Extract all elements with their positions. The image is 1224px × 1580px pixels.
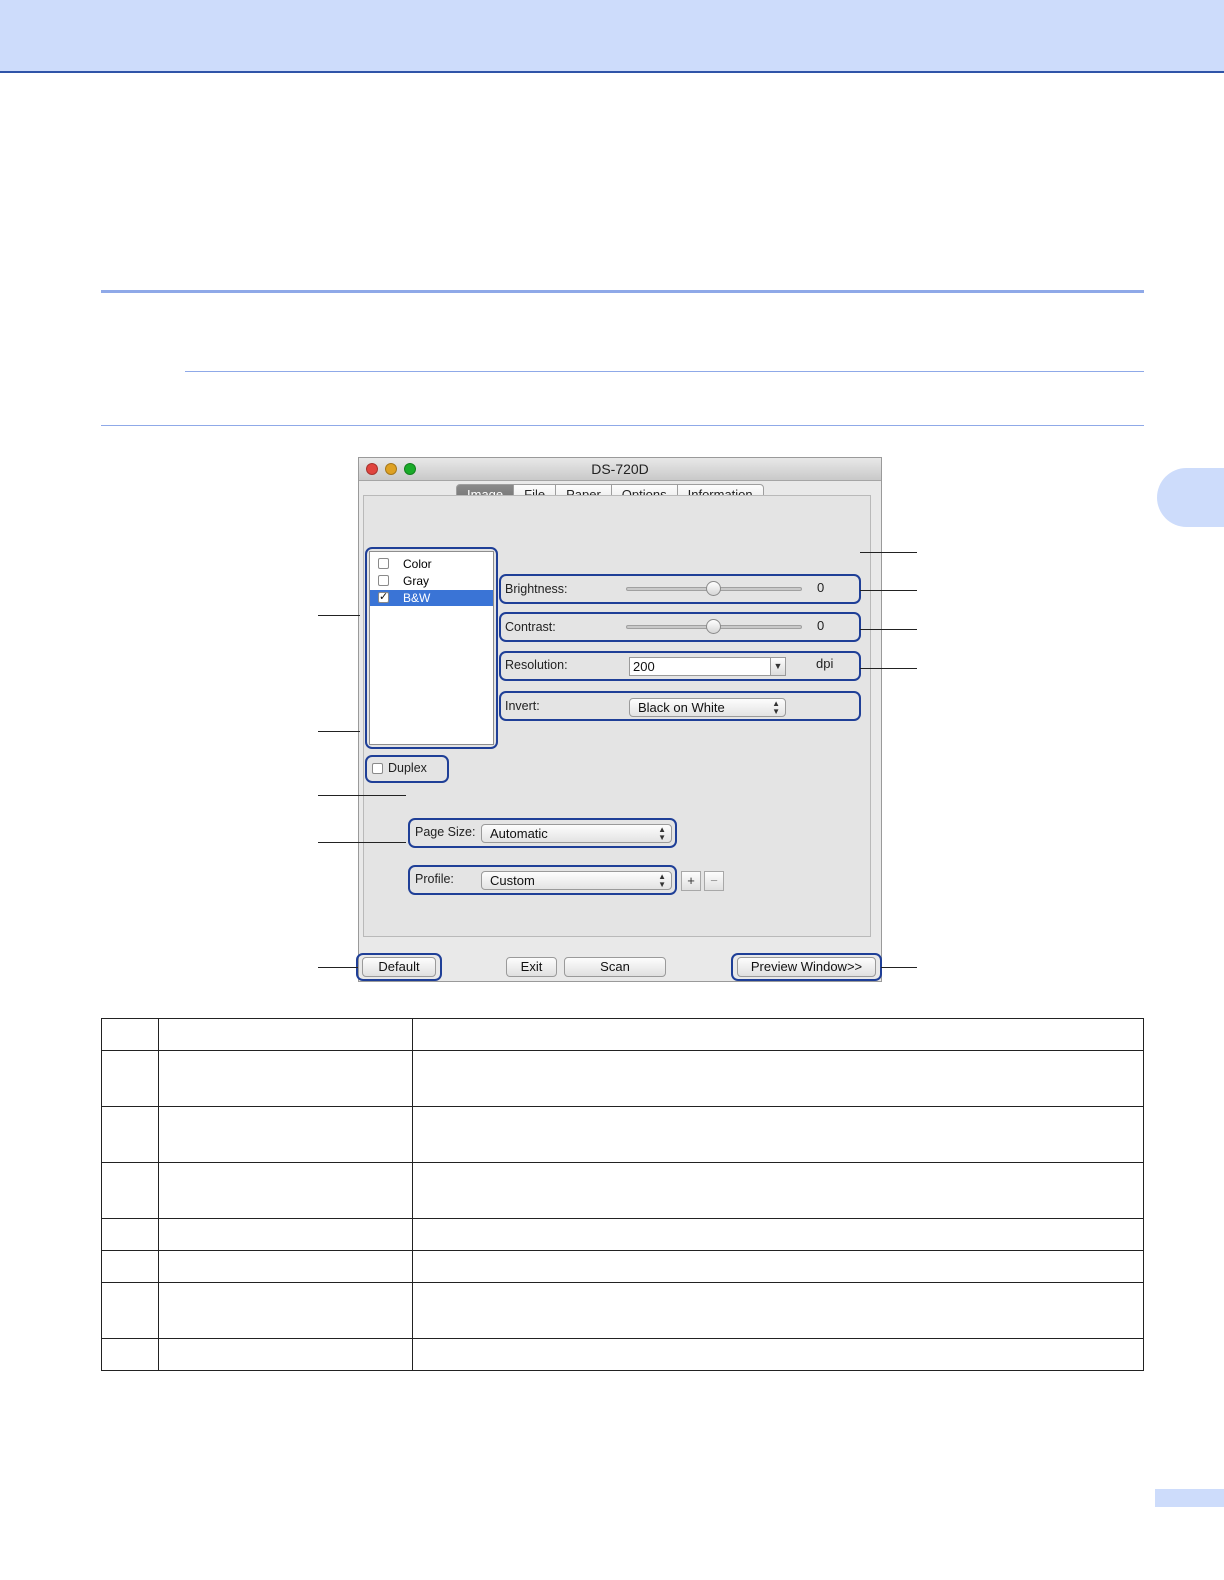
table-cell — [158, 1282, 413, 1339]
table-row — [101, 1282, 1144, 1339]
table-row — [101, 1338, 1144, 1371]
updown-arrows-icon: ▲ ▼ — [658, 825, 666, 842]
table-cell — [412, 1162, 1144, 1219]
tab-pane: Color Gray ✓ B&W Brightness: 0 Contrast:… — [363, 495, 871, 937]
contrast-slider-knob[interactable] — [706, 619, 721, 634]
table-cell — [101, 1250, 159, 1283]
window-title: DS-720D — [591, 461, 649, 477]
table-cell — [158, 1106, 413, 1163]
checkmark-icon[interactable]: ✓ — [378, 592, 389, 603]
invert-value: Black on White — [638, 700, 725, 715]
table-cell — [101, 1338, 159, 1371]
page-number-box — [1155, 1489, 1224, 1507]
invert-select[interactable]: Black on White ▲ ▼ — [629, 698, 786, 717]
callout-line — [318, 842, 406, 843]
image-type-color[interactable]: Color — [370, 556, 493, 572]
callout-line — [318, 731, 360, 732]
checkbox-icon[interactable] — [378, 575, 389, 586]
table-cell — [158, 1162, 413, 1219]
resolution-label: Resolution: — [505, 658, 568, 672]
scanner-dialog: DS-720D Image File Paper Options Informa… — [356, 457, 882, 982]
remove-profile-button[interactable]: − — [704, 871, 724, 891]
description-table — [101, 1018, 1144, 1371]
table-cell — [158, 1050, 413, 1107]
header-band — [0, 0, 1224, 73]
table-row — [101, 1250, 1144, 1283]
checkbox-icon[interactable] — [378, 558, 389, 569]
profile-value: Custom — [490, 873, 535, 888]
contrast-value: 0 — [817, 618, 825, 633]
brightness-slider-knob[interactable] — [706, 581, 721, 596]
chapter-tab — [1157, 468, 1224, 527]
table-cell — [412, 1050, 1144, 1107]
subsection-rule — [185, 371, 1144, 372]
table-row — [101, 1050, 1144, 1107]
table-cell — [412, 1018, 1144, 1051]
profile-select[interactable]: Custom ▲ ▼ — [481, 871, 672, 890]
table-row — [101, 1106, 1144, 1163]
callout-line — [318, 795, 406, 796]
page-size-value: Automatic — [490, 826, 548, 841]
table-cell — [101, 1282, 159, 1339]
brightness-label: Brightness: — [505, 582, 568, 596]
image-type-bw[interactable]: ✓ B&W — [370, 590, 493, 606]
table-cell — [412, 1282, 1144, 1339]
default-button[interactable]: Default — [362, 957, 436, 977]
chevron-down-icon[interactable]: ▼ — [770, 657, 786, 676]
resolution-unit: dpi — [816, 656, 834, 671]
table-cell — [101, 1218, 159, 1251]
table-row — [101, 1162, 1144, 1219]
table-cell — [101, 1106, 159, 1163]
image-type-list[interactable]: Color Gray ✓ B&W — [369, 551, 494, 745]
contrast-label: Contrast: — [505, 620, 556, 634]
table-row — [101, 1018, 1144, 1051]
exit-button[interactable]: Exit — [506, 957, 557, 977]
resolution-input[interactable]: 200 — [629, 657, 771, 676]
add-profile-button[interactable]: + — [681, 871, 701, 891]
section-rule — [101, 290, 1144, 293]
page-size-select[interactable]: Automatic ▲ ▼ — [481, 824, 672, 843]
subsection-rule-bottom — [101, 425, 1144, 426]
table-cell — [412, 1106, 1144, 1163]
callout-line — [318, 967, 358, 968]
profile-label: Profile: — [415, 872, 454, 886]
callout-line — [860, 668, 917, 669]
invert-label: Invert: — [505, 699, 540, 713]
updown-arrows-icon: ▲ ▼ — [772, 699, 780, 716]
scan-button[interactable]: Scan — [564, 957, 666, 977]
duplex-checkbox[interactable] — [372, 763, 383, 774]
image-type-gray[interactable]: Gray — [370, 573, 493, 589]
page-size-label: Page Size: — [415, 825, 476, 839]
table-cell — [412, 1218, 1144, 1251]
table-cell — [412, 1250, 1144, 1283]
table-cell — [101, 1162, 159, 1219]
callout-line — [881, 967, 917, 968]
table-cell — [412, 1338, 1144, 1371]
image-type-label: Color — [403, 557, 432, 571]
table-cell — [158, 1338, 413, 1371]
callout-line — [860, 552, 917, 553]
title-bar: DS-720D — [359, 458, 881, 481]
brightness-value: 0 — [817, 580, 825, 595]
table-cell — [101, 1050, 159, 1107]
table-row — [101, 1218, 1144, 1251]
table-cell — [158, 1250, 413, 1283]
callout-line — [318, 615, 360, 616]
duplex-label: Duplex — [388, 761, 427, 775]
callout-line — [860, 590, 917, 591]
updown-arrows-icon: ▲ ▼ — [658, 872, 666, 889]
table-cell — [158, 1218, 413, 1251]
callout-line — [860, 629, 917, 630]
preview-window-button[interactable]: Preview Window>> — [737, 957, 876, 977]
table-cell — [158, 1018, 413, 1051]
image-type-label: Gray — [403, 574, 430, 588]
image-type-label: B&W — [403, 591, 431, 605]
table-cell — [101, 1018, 159, 1051]
